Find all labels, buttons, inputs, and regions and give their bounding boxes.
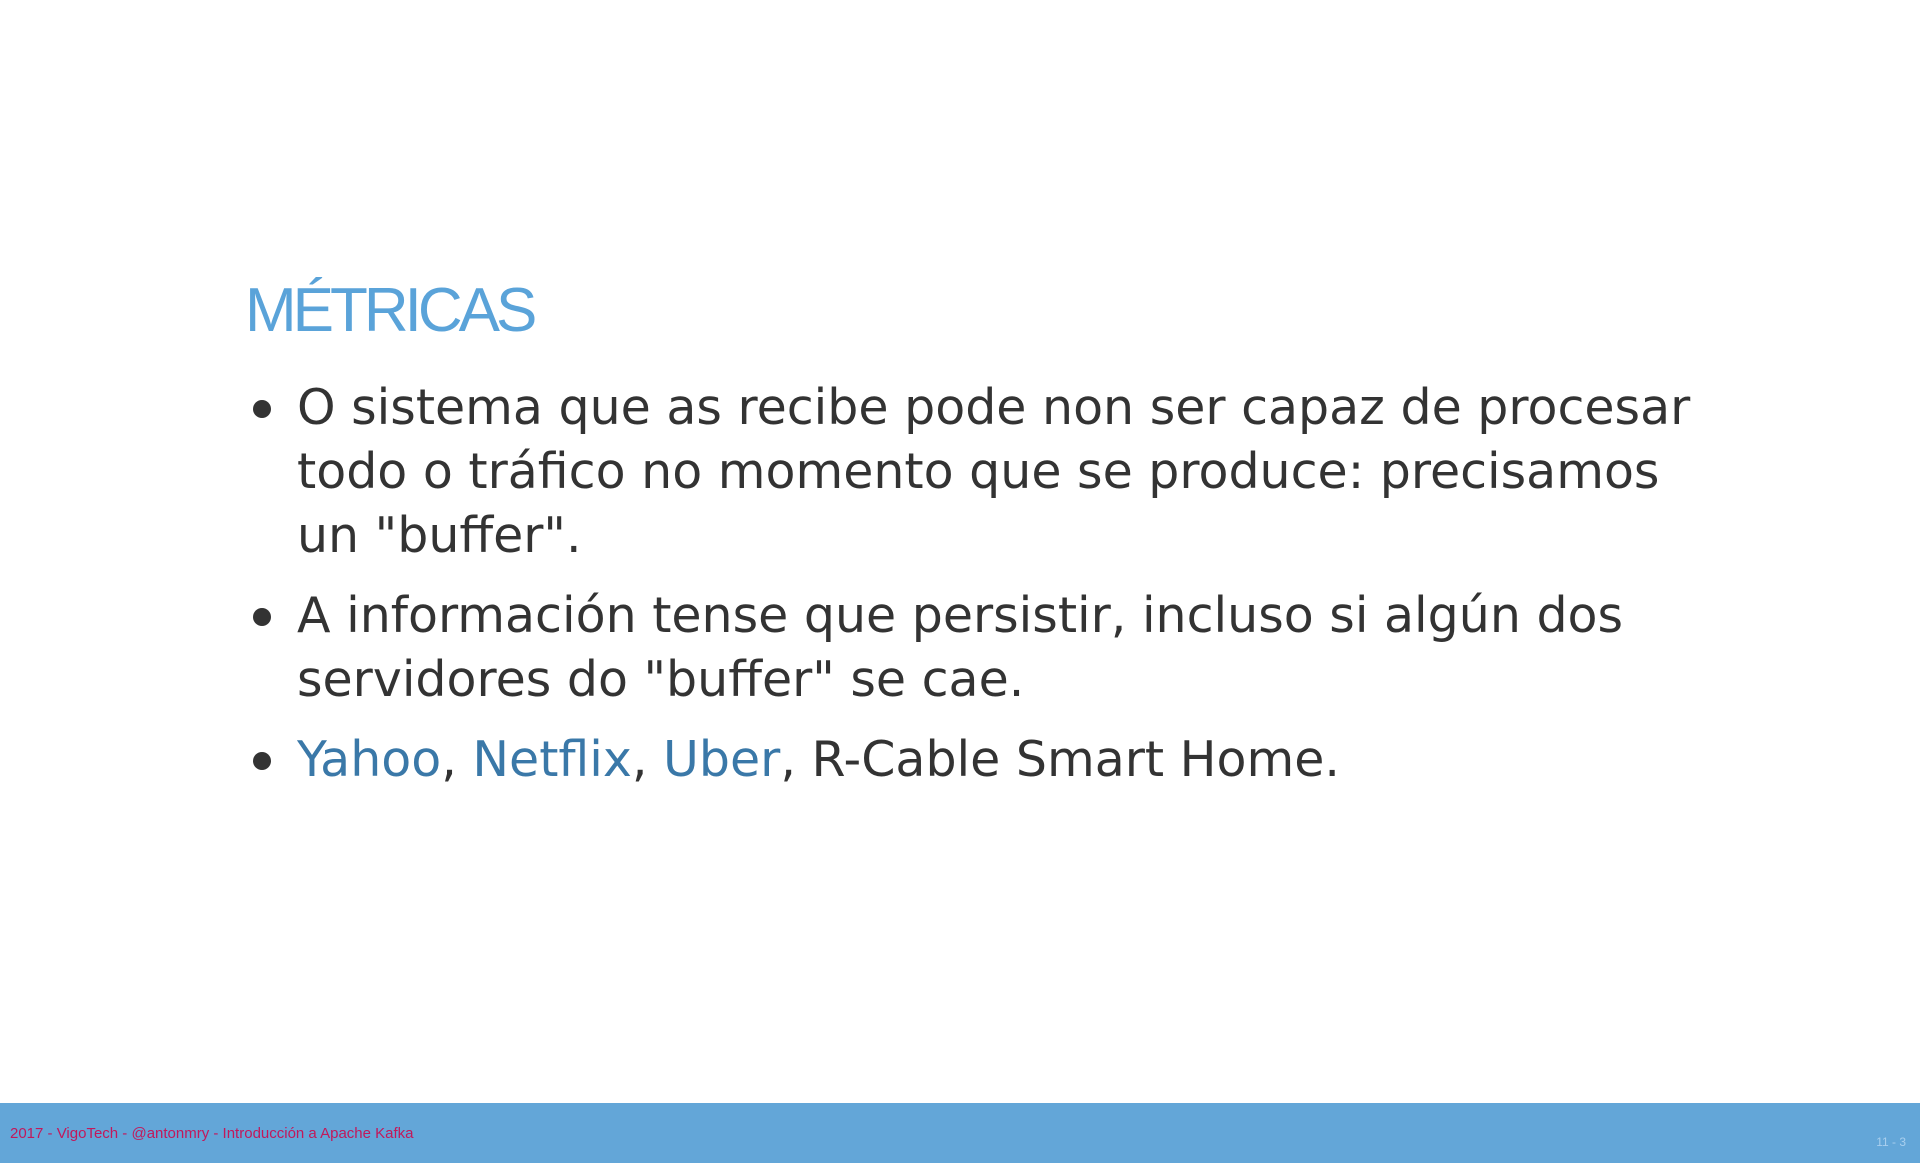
link-netflix[interactable]: Netflix: [472, 731, 632, 788]
bullet-item: O sistema que as recibe pode non ser cap…: [245, 376, 1697, 568]
bullet-tail-text: , R-Cable Smart Home.: [780, 731, 1340, 788]
slide-content: MÉTRICAS O sistema que as recibe pode no…: [245, 276, 1690, 808]
bullet-item: A información tense que persistir, inclu…: [245, 584, 1697, 712]
separator: ,: [441, 731, 473, 788]
slide: MÉTRICAS O sistema que as recibe pode no…: [0, 0, 1920, 1163]
link-uber[interactable]: Uber: [663, 731, 780, 788]
separator: ,: [631, 731, 664, 788]
slide-title: MÉTRICAS: [245, 276, 537, 345]
footer-bar: 2017 - VigoTech - @antonmry - Introducci…: [0, 1103, 1920, 1163]
bullet-item-companies: Yahoo, Netflix, Uber, R-Cable Smart Home…: [245, 728, 1697, 792]
slide-number: 11 - 3: [1876, 1135, 1906, 1149]
bullet-list: O sistema que as recibe pode non ser cap…: [245, 376, 1690, 792]
footer-text: 2017 - VigoTech - @antonmry - Introducci…: [10, 1125, 414, 1142]
link-yahoo[interactable]: Yahoo: [297, 731, 441, 788]
